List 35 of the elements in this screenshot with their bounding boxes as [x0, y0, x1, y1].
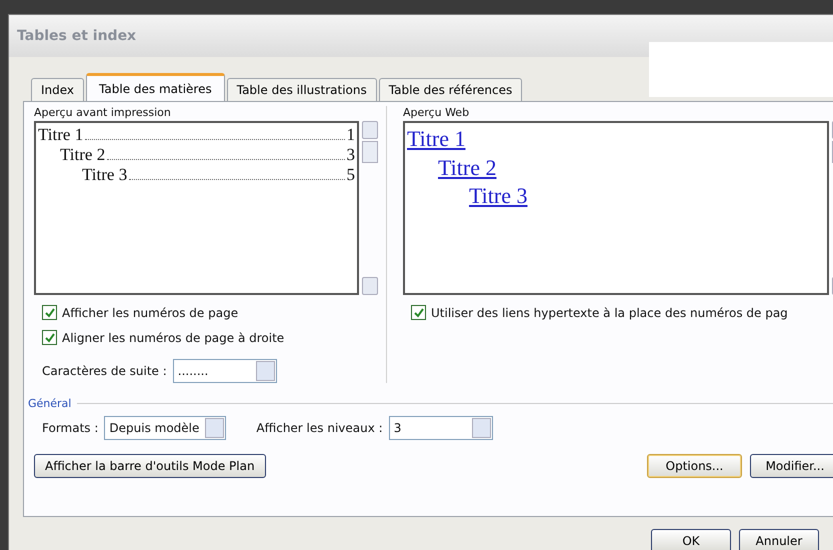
- leader-label: Caractères de suite :: [42, 364, 167, 378]
- heading-link[interactable]: Titre 1: [407, 126, 466, 151]
- checkbox-label: Utiliser des liens hypertexte à la place des numéros de pag: [431, 306, 788, 320]
- toc-entry: Titre 2: [60, 145, 106, 165]
- checkbox[interactable]: [411, 305, 426, 320]
- scroll-thumb[interactable]: [362, 141, 378, 163]
- dialog-button[interactable]: Annuler: [739, 529, 819, 550]
- page-number: 5: [346, 165, 355, 185]
- heading-link[interactable]: Titre 2: [438, 154, 496, 180]
- checkbox[interactable]: [42, 305, 57, 320]
- heading-link[interactable]: Titre 3: [469, 183, 528, 208]
- toc-entry: Titre 1: [38, 125, 84, 145]
- tab[interactable]: Table des illustrations: [226, 78, 377, 101]
- preview-label: Aperçu avant impression: [34, 106, 172, 119]
- window-title: Tables et index: [17, 28, 136, 44]
- page-number: 3: [346, 145, 355, 165]
- dialog-button[interactable]: OK: [651, 529, 731, 550]
- formats-dropdown[interactable]: Depuis modèle: [104, 416, 226, 440]
- leader-dropdown[interactable]: ........: [172, 359, 277, 383]
- formats-label: Formats :: [42, 421, 98, 435]
- toc-entry: Titre 3: [82, 165, 128, 185]
- levels-label: Afficher les niveaux :: [256, 421, 383, 435]
- section-label: Général: [28, 397, 72, 410]
- levels-spinner[interactable]: 3: [388, 416, 493, 440]
- dialog-button[interactable]: Modifier...: [750, 454, 833, 478]
- tab[interactable]: Index: [31, 78, 84, 101]
- preview-label: Aperçu Web: [403, 106, 470, 119]
- outline-toolbar-button[interactable]: Afficher la barre d'outils Mode Plan: [34, 454, 266, 478]
- page-number: 1: [346, 125, 355, 145]
- checkbox-label: Aligner les numéros de page à droite: [62, 330, 284, 344]
- tab[interactable]: Table des références: [378, 78, 522, 101]
- tab[interactable]: Table des matières: [86, 73, 225, 101]
- checkbox-label: Afficher les numéros de page: [62, 306, 238, 320]
- checkbox[interactable]: [42, 330, 57, 345]
- dialog-button[interactable]: Options...: [647, 454, 742, 478]
